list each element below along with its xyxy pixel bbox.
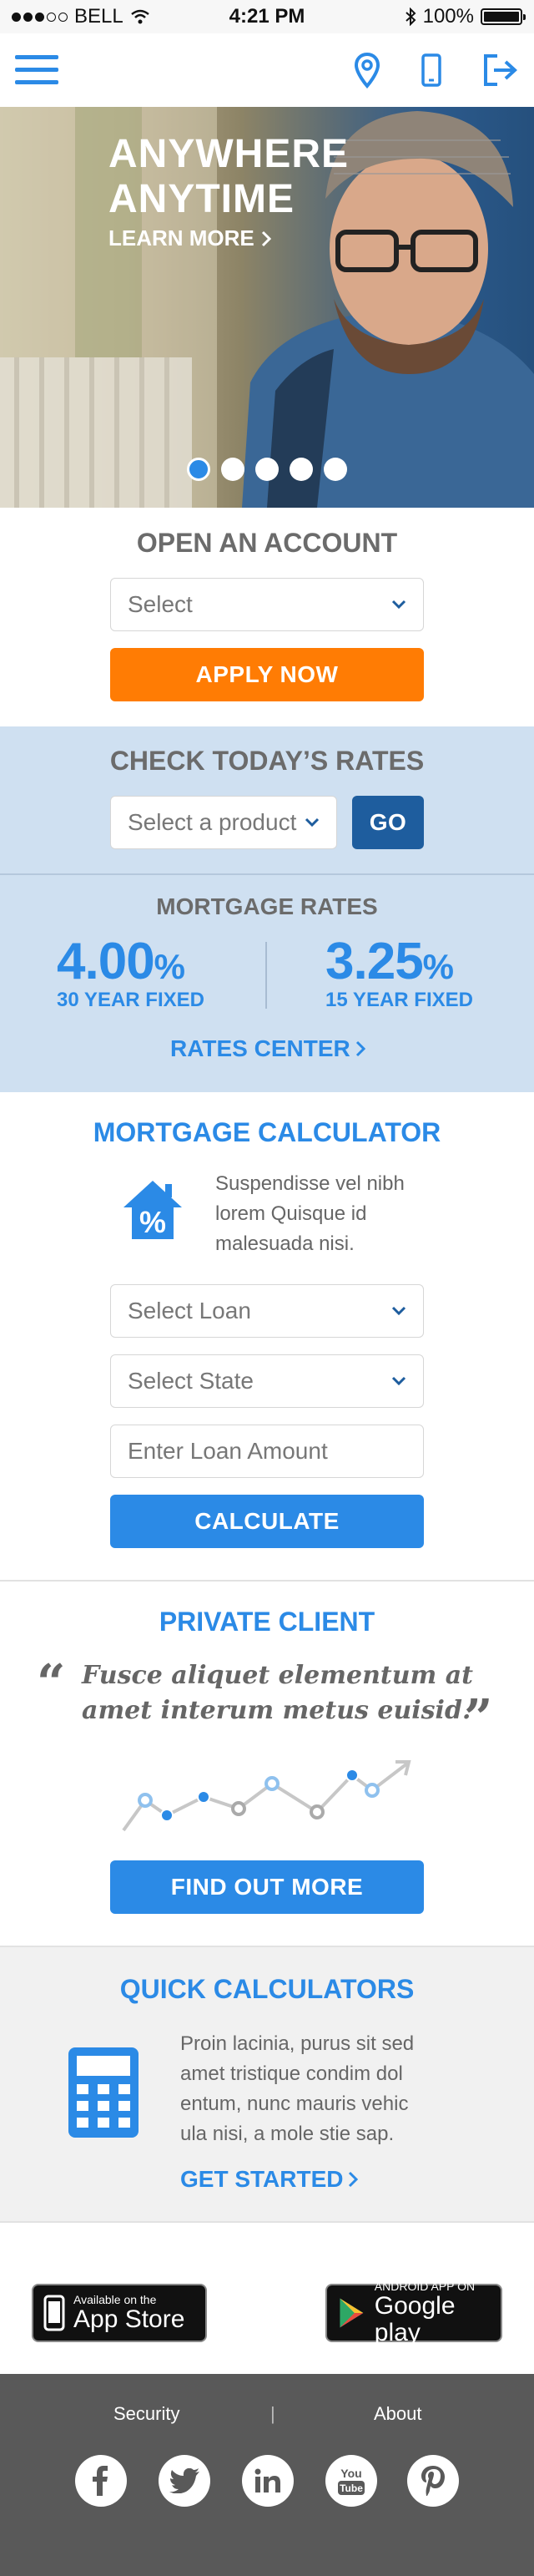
twitter-icon[interactable] <box>159 2455 210 2507</box>
menu-icon[interactable] <box>15 53 58 87</box>
mobile-phone-icon[interactable] <box>421 53 442 87</box>
get-started-link[interactable]: GET STARTED <box>180 2166 359 2193</box>
carrier-name: BELL <box>74 5 123 28</box>
youtube-icon[interactable]: You Tube <box>325 2455 377 2507</box>
learn-more-link[interactable]: LEARN MORE <box>108 225 271 251</box>
rates-center-link[interactable]: RATES CENTER <box>170 1035 365 1062</box>
svg-text:You: You <box>340 2467 361 2480</box>
mortgage-calculator-description: Suspendisse vel nibh lorem Quisque id ma… <box>215 1172 405 1255</box>
mortgage-rates-title: MORTGAGE RATES <box>156 893 378 919</box>
chevron-down-icon <box>391 1376 406 1386</box>
open-quote-mark: “ <box>37 1654 66 1713</box>
google-play-badge[interactable]: ANDROID APP ON Google play <box>325 2280 502 2346</box>
select-state-dropdown[interactable]: Select State <box>110 1354 424 1408</box>
battery-percent: 100% <box>422 5 474 28</box>
account-type-select[interactable]: Select <box>110 578 424 631</box>
sign-in-icon[interactable] <box>482 53 519 87</box>
section-divider <box>0 2221 534 2223</box>
hero-title: ANYWHERE ANYTIME <box>108 132 349 222</box>
carousel-dot-1[interactable] <box>187 458 210 481</box>
hero-title-line1: ANYWHERE <box>108 132 350 176</box>
apply-now-button[interactable]: APPLY NOW <box>110 648 424 701</box>
status-right: 100% <box>405 5 526 28</box>
linkedin-icon[interactable] <box>242 2455 294 2507</box>
quick-calculators-title: QUICK CALCULATORS <box>119 1974 415 2004</box>
private-client-title: PRIVATE CLIENT <box>159 1607 375 1637</box>
carousel-dot-3[interactable] <box>255 458 279 481</box>
facebook-icon[interactable] <box>75 2455 127 2507</box>
section-divider <box>0 1580 534 1582</box>
pinterest-icon[interactable] <box>407 2455 459 2507</box>
rates-divider <box>265 942 267 1009</box>
go-button[interactable]: GO <box>352 796 424 849</box>
private-client-quote: Fusce aliquet elementum at amet interum … <box>82 1661 474 1725</box>
rate-30-year-label: 30 YEAR FIXED <box>57 989 204 1011</box>
hero-title-line2: ANYTIME <box>108 177 295 221</box>
house-percent-icon: % <box>123 1181 182 1239</box>
google-play-small-text: ANDROID APP ON <box>374 2280 476 2293</box>
rates-center-label: RATES CENTER <box>170 1035 350 1061</box>
learn-more-label: LEARN MORE <box>108 225 254 251</box>
status-left: BELL <box>12 5 150 28</box>
signal-strength-icon <box>12 12 68 22</box>
close-quote-mark: ” <box>464 1689 493 1748</box>
chevron-right-icon <box>261 230 271 246</box>
rate-15-year-label: 15 YEAR FIXED <box>325 989 473 1011</box>
loan-amount-input[interactable] <box>110 1425 424 1478</box>
footer-link-about[interactable]: About <box>374 2403 422 2425</box>
chevron-down-icon <box>391 1306 406 1316</box>
product-select[interactable]: Select a product <box>110 796 337 849</box>
product-select-value: Select a product <box>128 809 297 835</box>
chevron-down-icon <box>391 600 406 610</box>
chevron-down-icon <box>305 817 320 827</box>
top-navigation <box>0 33 534 107</box>
bluetooth-icon <box>405 8 416 26</box>
chevron-right-icon <box>349 2171 359 2188</box>
select-state-value: Select State <box>128 1368 254 1394</box>
app-store-big-text: App Store <box>73 2305 185 2333</box>
quick-calculators-description: Proin lacinia, purus sit sed amet tristi… <box>180 2032 415 2145</box>
carousel-dot-2[interactable] <box>221 458 244 481</box>
svg-text:Tube: Tube <box>340 2482 363 2494</box>
calculate-button[interactable]: CALCULATE <box>110 1495 424 1548</box>
wifi-icon <box>130 9 149 24</box>
rate-15-year: 3.25% <box>325 933 454 990</box>
mobile-phone-icon <box>43 2295 65 2331</box>
calculator-icon <box>68 2047 139 2138</box>
app-store-small-text: Available on the <box>73 2293 157 2306</box>
status-bar: BELL 4:21 PM 100% <box>0 0 534 33</box>
nav-actions <box>354 52 519 89</box>
get-started-label: GET STARTED <box>180 2166 344 2192</box>
select-loan-value: Select Loan <box>128 1298 251 1323</box>
select-loan-dropdown[interactable]: Select Loan <box>110 1284 424 1338</box>
footer-separator: | <box>270 2403 275 2424</box>
app-store-badge[interactable]: Available on the App Store <box>32 2284 207 2342</box>
carousel-dot-4[interactable] <box>290 458 313 481</box>
growth-chart-icon <box>122 1760 411 1832</box>
location-pin-icon[interactable] <box>354 52 380 89</box>
carousel-dot-5[interactable] <box>324 458 347 481</box>
svg-text:%: % <box>139 1205 166 1239</box>
google-play-icon <box>340 2298 364 2328</box>
account-type-value: Select <box>128 591 193 617</box>
hero-banner: ANYWHERE ANYTIME LEARN MORE <box>0 107 534 508</box>
mortgage-calculator-title: MORTGAGE CALCULATOR <box>93 1117 441 1147</box>
carousel-indicators <box>187 458 347 481</box>
check-rates-title: CHECK TODAY’S RATES <box>109 746 425 776</box>
find-out-more-button[interactable]: FIND OUT MORE <box>110 1860 424 1914</box>
rate-30-year: 4.00% <box>57 933 185 990</box>
battery-icon <box>481 8 526 25</box>
open-account-title: OPEN AN ACCOUNT <box>136 528 398 558</box>
chevron-right-icon <box>355 1040 365 1057</box>
footer-link-security[interactable]: Security <box>113 2403 179 2425</box>
google-play-big-text: Google play <box>374 2292 456 2346</box>
